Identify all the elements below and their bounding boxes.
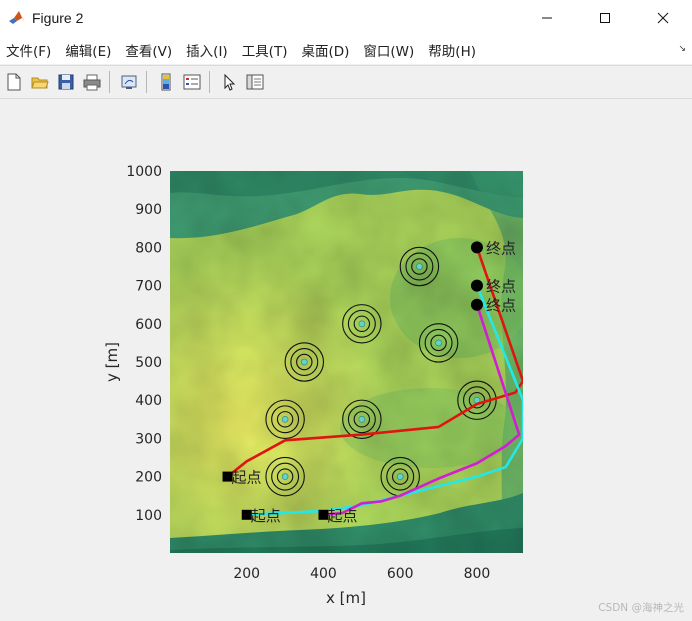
open-file-button[interactable] (28, 70, 52, 94)
minimize-button[interactable] (518, 0, 576, 36)
obstacle-center (281, 415, 289, 423)
matlab-logo-icon (9, 11, 25, 24)
obstacle-center (358, 415, 366, 423)
y-tick-label: 500 (135, 355, 162, 371)
path-planning-chart: 200 400 600 800 100 200 300 400 500 600 700 800 900… (103, 164, 523, 607)
toolbar (0, 65, 692, 99)
menu-window[interactable]: 窗口(W) (356, 40, 421, 60)
property-inspector-icon (246, 74, 264, 90)
colorbar-icon (161, 73, 171, 91)
menu-insert[interactable]: 插入(I) (179, 40, 235, 60)
property-inspector-button[interactable] (243, 70, 267, 94)
menu-tools[interactable]: 工具(T) (235, 40, 295, 60)
obstacle-center (300, 358, 308, 366)
edit-plot-arrow-icon (224, 73, 236, 91)
watermark: CSDN @海神之光 (598, 602, 684, 614)
x-tick-label: 600 (387, 566, 414, 582)
end-marker (470, 279, 483, 292)
y-axis-label: y [m] (103, 342, 121, 382)
start-label: 起点 (232, 469, 262, 487)
obstacle-center (435, 339, 442, 347)
start-label: 起点 (327, 507, 357, 525)
close-button[interactable] (634, 0, 692, 36)
window-title: Figure 2 (32, 10, 84, 26)
end-marker (470, 298, 483, 311)
obstacle (399, 246, 440, 287)
y-tick-label: 700 (135, 279, 162, 295)
maximize-icon (600, 13, 610, 23)
dock-figure-icon[interactable]: ↘ (678, 44, 686, 54)
obstacle (265, 399, 305, 440)
end-label: 终点 (486, 278, 516, 296)
obstacle (418, 323, 459, 363)
y-tick-label: 800 (135, 240, 162, 256)
menu-view[interactable]: 查看(V) (118, 40, 179, 60)
title-bar: Figure 2 (0, 0, 692, 36)
x-axis-ticks: 200 400 600 800 (233, 566, 490, 582)
y-tick-label: 1000 (126, 164, 162, 180)
close-icon (657, 12, 669, 24)
y-tick-label: 900 (135, 202, 162, 218)
menu-edit[interactable]: 编辑(E) (58, 40, 118, 60)
link-plot-icon (121, 75, 137, 89)
maximize-button[interactable] (576, 0, 634, 36)
x-tick-label: 400 (310, 566, 337, 582)
print-button[interactable] (80, 70, 104, 94)
print-icon (83, 74, 101, 91)
window-controls (518, 0, 692, 36)
x-axis-label: x [m] (326, 589, 366, 607)
obstacle-center (416, 263, 423, 270)
obstacle (284, 342, 325, 382)
obstacle-center (281, 473, 289, 480)
colorbar-button[interactable] (154, 70, 178, 94)
x-tick-label: 800 (464, 566, 491, 582)
new-figure-button[interactable] (2, 70, 26, 94)
obstacle (342, 304, 382, 344)
obstacle-center (358, 320, 366, 328)
save-button[interactable] (54, 70, 78, 94)
legend-button[interactable] (180, 70, 204, 94)
terrain-background (170, 171, 523, 553)
edit-plot-button[interactable] (217, 70, 241, 94)
link-plot-button[interactable] (117, 70, 141, 94)
new-figure-icon (7, 73, 21, 91)
menu-bar: 文件(F) 编辑(E) 查看(V) 插入(I) 工具(T) 桌面(D) 窗口(W… (0, 36, 692, 64)
menu-help[interactable]: 帮助(H) (421, 40, 483, 60)
end-marker (470, 241, 483, 254)
end-label: 终点 (486, 297, 516, 315)
y-tick-label: 100 (135, 508, 162, 524)
y-axis-ticks: 100 200 300 400 500 600 700 800 900 1000 (126, 164, 162, 524)
minimize-icon (542, 17, 552, 19)
menu-file[interactable]: 文件(F) (0, 40, 58, 60)
toolbar-separator (109, 71, 110, 93)
end-label: 终点 (486, 239, 516, 257)
obstacle-center (396, 473, 404, 480)
toolbar-separator (209, 71, 210, 93)
x-tick-label: 200 (233, 566, 260, 582)
menu-desktop[interactable]: 桌面(D) (294, 40, 356, 60)
toolbar-separator (146, 71, 147, 93)
start-label: 起点 (251, 507, 281, 525)
y-tick-label: 600 (135, 317, 162, 333)
obstacle (265, 456, 305, 497)
save-icon (58, 74, 74, 90)
legend-icon (183, 74, 201, 90)
y-tick-label: 200 (135, 470, 162, 486)
y-tick-label: 300 (135, 431, 162, 447)
open-file-icon (31, 77, 49, 89)
y-tick-label: 400 (135, 393, 162, 409)
figure-canvas: 200 400 600 800 100 200 300 400 500 600 700 800 900… (0, 98, 692, 621)
